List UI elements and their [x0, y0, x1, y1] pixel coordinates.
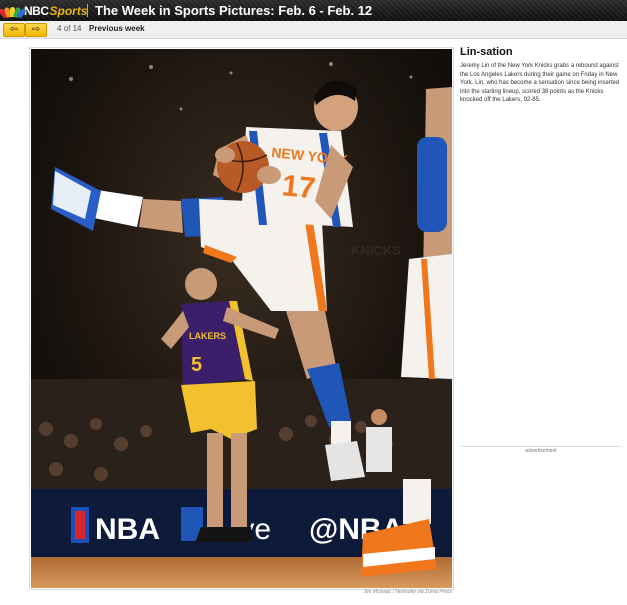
- advertisement-label: advertisement: [525, 448, 557, 454]
- photo-illustration: KNICKS NBA Live @NBA: [31, 49, 452, 588]
- next-photo-button[interactable]: ⇨: [25, 23, 47, 37]
- arena-knicks-text: KNICKS: [351, 243, 401, 258]
- arrow-right-icon: ⇨: [31, 24, 41, 35]
- main-photo[interactable]: KNICKS NBA Live @NBA: [31, 49, 452, 588]
- logo-sports-text: Sports: [49, 3, 88, 18]
- page-title: The Week in Sports Pictures: Feb. 6 - Fe…: [95, 3, 373, 18]
- slideshow-nav: ⇦ ⇨ 4 of 14 Previous week: [0, 21, 627, 39]
- peacock-icon: [0, 5, 27, 19]
- arrow-left-icon: ⇦: [9, 24, 19, 35]
- knicks-jersey-number: 17: [280, 169, 317, 205]
- ad-divider: [461, 446, 621, 447]
- lakers-jersey-number: 5: [191, 354, 202, 376]
- banner-nba-text: NBA: [95, 513, 160, 546]
- nbc-sports-logo[interactable]: NBC Sports: [0, 3, 88, 19]
- previous-week-link[interactable]: Previous week: [89, 24, 145, 33]
- caption-title: Lin-sation: [460, 46, 513, 58]
- photo-frame: KNICKS NBA Live @NBA: [29, 47, 454, 590]
- title-divider: [87, 4, 88, 17]
- caption-body: Jeremy Lin of the New York Knicks grabs …: [460, 63, 620, 104]
- photo-counter: 4 of 14: [57, 24, 82, 33]
- lakers-jersey-text: LAKERS: [189, 331, 226, 341]
- previous-photo-button[interactable]: ⇦: [3, 23, 25, 37]
- logo-nbc-text: NBC: [24, 3, 49, 18]
- site-header: NBC Sports The Week in Sports Pictures: …: [0, 0, 627, 21]
- photo-credit: Jim Mcisaac / Newsday via Zuma Press: [363, 589, 452, 595]
